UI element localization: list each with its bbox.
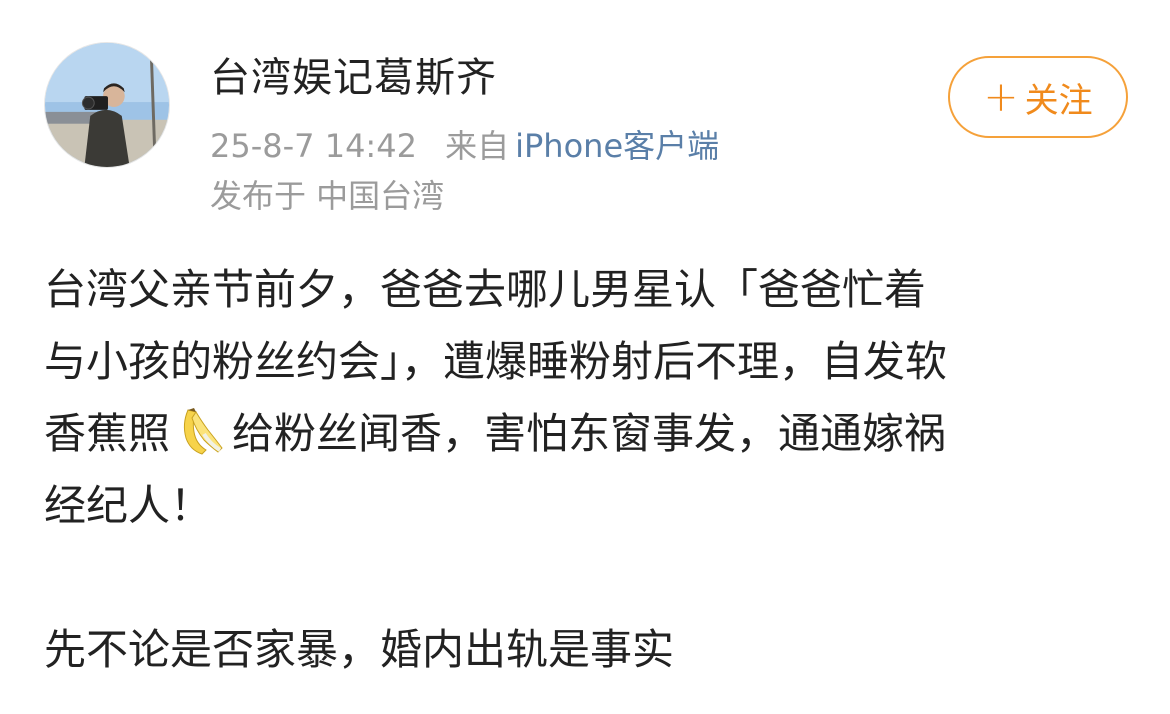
content-text: 香蕉照 xyxy=(44,409,171,458)
post-location: 发布于 中国台湾 xyxy=(210,177,445,215)
follow-button-label: 关注 xyxy=(1024,80,1093,121)
post-meta: 25-8-7 14:42 来自 iPhone客户端 xyxy=(210,124,719,168)
content-line: 香蕉照 给粉丝闻香，害怕东窗事发，通通嫁祸 xyxy=(44,398,1134,470)
post-timestamp: 25-8-7 14:42 xyxy=(210,127,417,165)
source-prefix: 来自 xyxy=(445,127,510,165)
content-line: 与小孩的粉丝约会」，遭爆睡粉射后不理，自发软 xyxy=(44,337,948,386)
photographer-avatar-icon xyxy=(45,43,169,167)
plus-icon: + xyxy=(983,72,1019,121)
user-avatar[interactable] xyxy=(44,42,170,168)
follow-button[interactable]: + 关注 xyxy=(948,56,1128,138)
post-source[interactable]: iPhone客户端 xyxy=(515,127,719,165)
content-line: 先不论是否家暴，婚内出轨是事实 xyxy=(44,625,675,674)
content-line: 经纪人！ xyxy=(44,481,213,530)
post-content: 台湾父亲节前夕，爸爸去哪儿男星认「爸爸忙着 与小孩的粉丝约会」，遭爆睡粉射后不理… xyxy=(44,254,1134,686)
content-text: 给粉丝闻香，害怕东窗事发，通通嫁祸 xyxy=(232,409,947,458)
banana-emoji-icon xyxy=(174,404,228,458)
content-line: 台湾父亲节前夕，爸爸去哪儿男星认「爸爸忙着 xyxy=(44,265,927,314)
username[interactable]: 台湾娱记葛斯齐 xyxy=(210,52,497,104)
weibo-post: 台湾娱记葛斯齐 25-8-7 14:42 来自 iPhone客户端 发布于 中国台… xyxy=(0,0,1170,714)
